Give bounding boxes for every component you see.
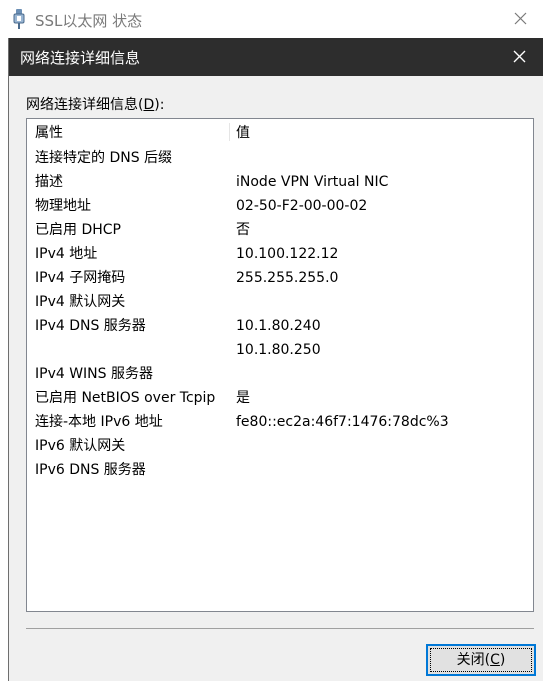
dialog-title-bar[interactable]: 网络连接详细信息 xyxy=(9,38,543,76)
network-details-dialog: 网络连接详细信息 网络连接详细信息(D): 属性 值 连接特定的 DNS 后缀 … xyxy=(8,38,543,681)
close-button-mnemonic: C xyxy=(490,652,500,668)
column-header-value[interactable]: 值 xyxy=(236,124,250,142)
value-cell: 02-50-F2-00-00-02 xyxy=(236,198,368,214)
property-cell: IPv4 默认网关 xyxy=(35,294,126,310)
property-cell: IPv4 WINS 服务器 xyxy=(35,366,153,382)
close-icon[interactable] xyxy=(497,38,543,76)
close-button-label: 关闭(C) xyxy=(457,652,506,668)
details-label-suffix: ): xyxy=(154,97,165,113)
property-cell: 物理地址 xyxy=(35,198,91,214)
network-connection-icon xyxy=(13,9,25,29)
outer-title-bar[interactable]: SSL以太网 状态 xyxy=(0,0,543,38)
value-cell: fe80::ec2a:46f7:1476:78dc%3 xyxy=(236,414,449,430)
dialog-title: 网络连接详细信息 xyxy=(20,49,141,67)
details-group-label: 网络连接详细信息(D): xyxy=(26,94,164,114)
property-cell: 连接特定的 DNS 后缀 xyxy=(35,150,173,166)
details-label-text: 网络连接详细信息( xyxy=(26,97,144,113)
details-list[interactable]: 属性 值 连接特定的 DNS 后缀 描述 iNode VPN Virtual N… xyxy=(26,118,534,612)
property-cell: IPv4 地址 xyxy=(35,246,98,262)
value-cell: iNode VPN Virtual NIC xyxy=(236,174,389,190)
property-cell: IPv6 DNS 服务器 xyxy=(35,462,146,478)
outer-window-title: SSL以太网 状态 xyxy=(35,12,143,30)
value-cell: 10.1.80.240 xyxy=(236,318,321,334)
value-cell: 是 xyxy=(236,390,250,406)
column-header-property[interactable]: 属性 xyxy=(35,124,63,142)
divider xyxy=(26,628,534,629)
value-cell: 10.100.122.12 xyxy=(236,246,339,262)
value-cell: 否 xyxy=(236,222,250,238)
column-divider[interactable] xyxy=(229,123,230,141)
property-cell: IPv4 子网掩码 xyxy=(35,270,126,286)
property-cell: 描述 xyxy=(35,174,63,190)
close-button-suffix: ) xyxy=(499,652,506,668)
value-cell: 255.255.255.0 xyxy=(236,270,339,286)
property-cell: 已启用 DHCP xyxy=(35,222,121,238)
close-button[interactable]: 关闭(C) xyxy=(426,644,536,676)
details-label-mnemonic: D xyxy=(143,97,155,113)
property-cell: 连接-本地 IPv6 地址 xyxy=(35,414,163,430)
property-cell: IPv4 DNS 服务器 xyxy=(35,318,146,334)
value-cell: 10.1.80.250 xyxy=(236,342,321,358)
list-header: 属性 值 xyxy=(27,119,533,145)
property-cell: 已启用 NetBIOS over Tcpip xyxy=(35,390,216,406)
property-cell: IPv6 默认网关 xyxy=(35,438,126,454)
close-icon[interactable] xyxy=(497,0,543,38)
close-button-text: 关闭( xyxy=(456,652,491,668)
